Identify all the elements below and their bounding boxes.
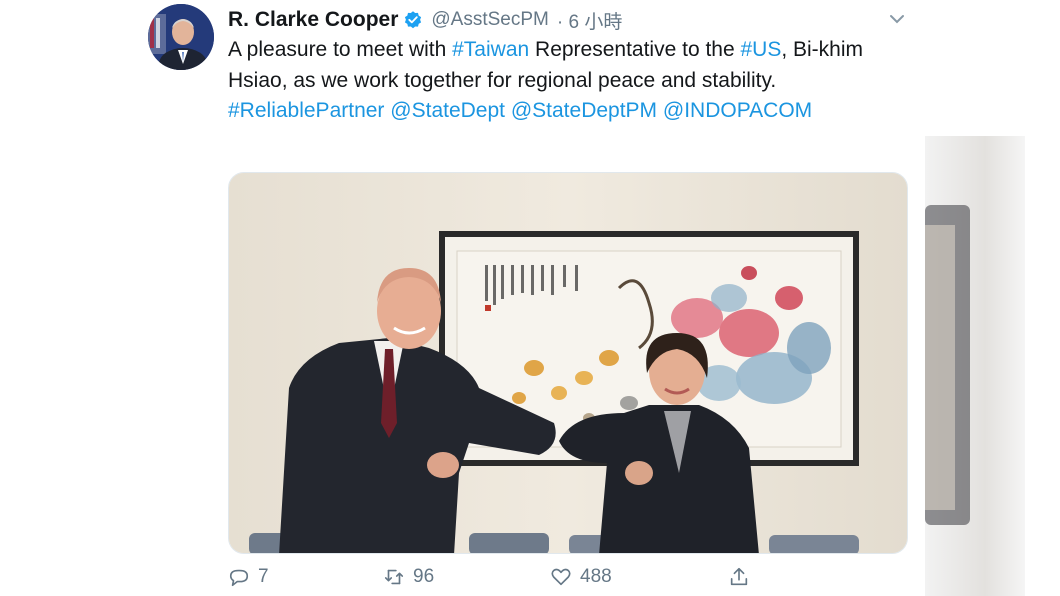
mention-link[interactable]: @StateDept xyxy=(390,99,505,122)
reply-icon xyxy=(229,569,249,587)
reply-button[interactable]: 7 xyxy=(228,566,269,588)
hashtag-link[interactable]: #Taiwan xyxy=(452,38,529,61)
avatar[interactable] xyxy=(148,4,214,70)
retweet-count: 96 xyxy=(413,566,435,587)
hashtag-link[interactable]: #US xyxy=(740,38,781,61)
side-photo-frame-inner xyxy=(925,225,955,510)
hashtag-link[interactable]: #ReliablePartner xyxy=(228,99,384,122)
reply-count: 7 xyxy=(258,566,269,587)
like-button[interactable]: 488 xyxy=(550,566,612,588)
tweet-time[interactable]: · 6 小時 xyxy=(557,7,622,34)
tweet-text-segment: Representative to the xyxy=(529,38,741,61)
chevron-down-icon[interactable] xyxy=(886,10,908,28)
heart-icon xyxy=(551,568,571,586)
share-icon xyxy=(730,567,748,586)
mention-link[interactable]: @StateDeptPM xyxy=(511,99,657,122)
verified-badge-icon xyxy=(403,10,423,30)
tweet-actions: 7 96 488 xyxy=(228,566,788,596)
mention-link[interactable]: @INDOPACOM xyxy=(663,99,812,122)
retweet-button[interactable]: 96 xyxy=(383,566,434,588)
author-handle[interactable]: @AsstSecPM xyxy=(431,9,548,31)
tweet-photo[interactable] xyxy=(228,172,908,554)
share-button[interactable] xyxy=(728,566,750,588)
tweet-header: R. Clarke Cooper @AsstSecPM · 6 小時 xyxy=(228,6,622,34)
author-name[interactable]: R. Clarke Cooper xyxy=(228,8,398,32)
tweet-text: A pleasure to meet with #Taiwan Represen… xyxy=(228,35,908,127)
tweet-card[interactable]: R. Clarke Cooper @AsstSecPM · 6 小時 A ple… xyxy=(0,0,925,596)
retweet-icon xyxy=(384,569,404,585)
tweet-text-segment: A pleasure to meet with xyxy=(228,38,453,61)
like-count: 488 xyxy=(580,566,612,587)
